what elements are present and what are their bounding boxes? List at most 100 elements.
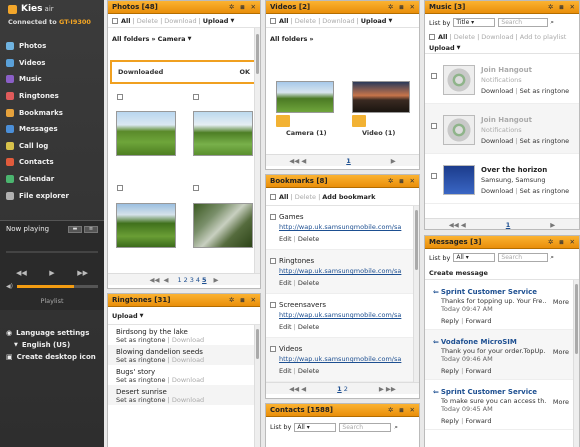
bookmark-url[interactable]: http://wap.uk.samsungmobile.com/sa bbox=[279, 355, 411, 363]
breadcrumb-camera[interactable]: Camera bbox=[158, 35, 186, 43]
settings-icon[interactable]: ✲ bbox=[388, 177, 393, 185]
search-icon[interactable]: ⌕ bbox=[550, 253, 554, 262]
volume-slider[interactable] bbox=[16, 285, 98, 288]
close-icon[interactable]: ✕ bbox=[410, 177, 415, 185]
list-item[interactable]: Over the horizon Samsung, Samsung Download… bbox=[425, 154, 579, 204]
photo-checkbox[interactable] bbox=[117, 94, 123, 100]
page-number[interactable]: 3 bbox=[190, 276, 194, 284]
first-page-icon[interactable]: ◀◀ ◀ bbox=[289, 385, 306, 393]
list-item[interactable]: Games http://wap.uk.samsungmobile.com/sa E… bbox=[266, 206, 419, 250]
search-input[interactable]: Search bbox=[498, 253, 549, 262]
upload-button[interactable]: Upload bbox=[112, 312, 138, 320]
restore-icon[interactable]: ⧈ bbox=[559, 238, 563, 247]
first-page-icon[interactable]: ◀◀ ◀ bbox=[289, 157, 306, 165]
sidebar-item-calendar[interactable]: Calendar bbox=[0, 171, 104, 188]
list-item[interactable]: Bugs' story Set as ringtone | Download bbox=[108, 365, 260, 385]
edit-button[interactable]: Edit bbox=[279, 367, 292, 375]
bookmark-checkbox[interactable] bbox=[270, 258, 276, 264]
restore-icon[interactable]: ⧈ bbox=[399, 406, 403, 415]
ringtones-scrollbar[interactable] bbox=[254, 325, 260, 447]
close-icon[interactable]: ✕ bbox=[410, 406, 415, 414]
list-item[interactable]: Desert sunrise Set as ringtone | Download bbox=[108, 385, 260, 405]
set-as-ringtone-button[interactable]: Set as ringtone bbox=[116, 396, 166, 404]
set-as-ringtone-button[interactable]: Set as ringtone bbox=[116, 336, 166, 344]
set-as-ringtone-button[interactable]: Set as ringtone bbox=[116, 376, 166, 384]
sidebar-item-videos[interactable]: Videos bbox=[0, 55, 104, 72]
delete-button[interactable]: Delete bbox=[298, 279, 319, 287]
set-as-ringtone-button[interactable]: Set as ringtone bbox=[116, 356, 166, 364]
download-button[interactable]: Download bbox=[322, 17, 354, 25]
delete-button[interactable]: Delete bbox=[295, 193, 316, 201]
list-item[interactable]: ⇐ Sprint Customer Service Thanks for toppi… bbox=[425, 280, 579, 330]
list-item[interactable]: Join Hangout Notifications Download | Set … bbox=[425, 104, 579, 154]
select-all-checkbox[interactable] bbox=[270, 193, 276, 200]
photo-checkbox[interactable] bbox=[117, 185, 123, 191]
download-button[interactable]: Download bbox=[481, 33, 513, 41]
next-page-icon[interactable]: ▶ bbox=[214, 276, 219, 284]
sort-select[interactable]: Title ▾ bbox=[453, 18, 496, 27]
download-button[interactable]: Download bbox=[481, 137, 513, 145]
page-number[interactable]: 2 bbox=[184, 276, 188, 284]
next-page-icon[interactable]: ▶ ▶▶ bbox=[379, 385, 396, 393]
list-by-select[interactable]: All ▾ bbox=[453, 253, 496, 262]
list-by-select[interactable]: All ▾ bbox=[294, 422, 337, 432]
download-button[interactable]: Download bbox=[481, 87, 513, 95]
download-button[interactable]: Download bbox=[481, 187, 513, 195]
settings-icon[interactable]: ✲ bbox=[548, 3, 553, 11]
photo-thumbnail[interactable] bbox=[116, 111, 176, 156]
bookmark-url[interactable]: http://wap.uk.samsungmobile.com/sa bbox=[279, 311, 411, 319]
bookmarks-scrollbar[interactable] bbox=[413, 206, 419, 382]
list-item[interactable]: Join Hangout Notifications Download | Set … bbox=[425, 54, 579, 104]
download-button[interactable]: Download bbox=[164, 17, 196, 25]
bookmark-checkbox[interactable] bbox=[270, 214, 276, 220]
add-to-playlist-button[interactable]: Add to playlist bbox=[520, 33, 567, 41]
download-button[interactable]: Download bbox=[172, 356, 204, 364]
photo-thumbnail[interactable] bbox=[193, 111, 253, 156]
settings-icon[interactable]: ✲ bbox=[229, 296, 234, 304]
close-icon[interactable]: ✕ bbox=[251, 296, 256, 304]
sidebar-item-contacts[interactable]: Contacts bbox=[0, 154, 104, 171]
reply-button[interactable]: Reply bbox=[441, 317, 459, 325]
delete-button[interactable]: Delete bbox=[298, 367, 319, 375]
list-item[interactable]: Screensavers http://wap.uk.samsungmobile.… bbox=[266, 294, 419, 338]
settings-icon[interactable]: ✲ bbox=[388, 406, 393, 414]
delete-button[interactable]: Delete bbox=[298, 235, 319, 243]
video-folder-thumbnail[interactable] bbox=[276, 81, 334, 113]
previous-page-icon[interactable]: ◀ bbox=[163, 276, 168, 284]
sidebar-item-music[interactable]: Music bbox=[0, 71, 104, 88]
edit-button[interactable]: Edit bbox=[279, 323, 292, 331]
search-icon[interactable]: ⌕ bbox=[394, 423, 398, 432]
sidebar-item-call-log[interactable]: Call log bbox=[0, 138, 104, 155]
delete-button[interactable]: Delete bbox=[298, 323, 319, 331]
settings-icon[interactable]: ✲ bbox=[388, 3, 393, 11]
photo-checkbox[interactable] bbox=[193, 94, 199, 100]
playlist-toggle-icon[interactable]: ≡ bbox=[84, 225, 98, 233]
set-as-ringtone-button[interactable]: Set as ringtone bbox=[520, 87, 570, 95]
download-button[interactable]: Download bbox=[172, 396, 204, 404]
page-number[interactable]: 2 bbox=[344, 385, 348, 393]
playlist-label[interactable]: Playlist bbox=[0, 297, 104, 305]
page-number[interactable]: 1 bbox=[506, 221, 511, 229]
photos-scrollbar[interactable] bbox=[254, 28, 260, 273]
forward-button[interactable]: Forward bbox=[465, 317, 491, 325]
set-as-ringtone-button[interactable]: Set as ringtone bbox=[520, 187, 570, 195]
page-number[interactable]: 5 bbox=[202, 276, 207, 284]
folder-label-camera[interactable]: Camera (1) bbox=[286, 129, 327, 137]
close-icon[interactable]: ✕ bbox=[251, 3, 256, 11]
restore-icon[interactable]: ⧈ bbox=[399, 3, 403, 12]
delete-button[interactable]: Delete bbox=[295, 17, 316, 25]
search-icon[interactable]: ⌕ bbox=[550, 18, 554, 27]
minimize-icon[interactable]: ▬ bbox=[68, 225, 82, 233]
video-folder-thumbnail[interactable] bbox=[352, 81, 410, 113]
forward-button[interactable]: Forward bbox=[465, 367, 491, 375]
photo-thumbnail[interactable] bbox=[116, 203, 176, 248]
ok-button[interactable]: OK bbox=[239, 68, 250, 76]
restore-icon[interactable]: ⧈ bbox=[559, 3, 563, 12]
upload-button[interactable]: Upload bbox=[361, 17, 387, 25]
bookmark-url[interactable]: http://wap.uk.samsungmobile.com/sa bbox=[279, 267, 411, 275]
add-bookmark-button[interactable]: Add bookmark bbox=[322, 193, 375, 201]
track-checkbox[interactable] bbox=[431, 73, 437, 79]
sidebar-item-file-explorer[interactable]: File explorer bbox=[0, 187, 104, 204]
delete-button[interactable]: Delete bbox=[137, 17, 158, 25]
previous-icon[interactable]: ◀◀ bbox=[16, 269, 27, 277]
